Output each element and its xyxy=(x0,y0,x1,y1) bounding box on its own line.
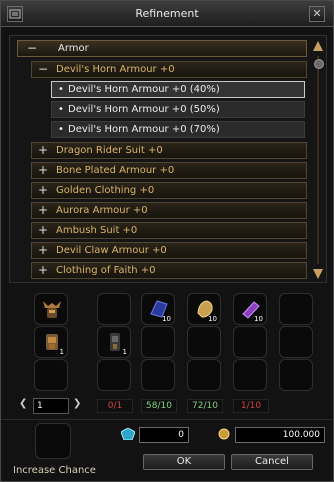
expand-icon: + xyxy=(37,143,49,157)
window-title: Refinement xyxy=(135,7,199,20)
gem-icon xyxy=(120,427,136,441)
material-slot[interactable]: 10 xyxy=(187,293,221,325)
ok-button[interactable]: OK xyxy=(143,454,225,470)
increase-chance-slot[interactable] xyxy=(35,423,71,459)
cancel-button[interactable]: Cancel xyxy=(231,454,313,470)
material-slot[interactable] xyxy=(97,293,131,325)
material-slot[interactable] xyxy=(279,359,313,391)
recipe-item[interactable]: + Ambush Suit +0 xyxy=(31,222,307,239)
category-armor[interactable]: − Armor xyxy=(17,40,307,57)
scroll-up-icon[interactable] xyxy=(312,40,324,52)
scroll-track[interactable] xyxy=(314,56,324,264)
material-ratio: 58/10 xyxy=(141,399,177,413)
collapse-icon: − xyxy=(26,41,38,55)
expand-icon: + xyxy=(37,183,49,197)
material-slot[interactable] xyxy=(233,359,267,391)
recipe-item[interactable]: − Devil's Horn Armour +0 xyxy=(31,61,307,78)
next-page-icon[interactable]: ❯ xyxy=(73,398,85,412)
quantity: 1 xyxy=(59,348,64,356)
gold-cost-field: 100.000 xyxy=(235,427,325,443)
material-ratio: 1/10 xyxy=(233,399,269,413)
recipe-variant[interactable]: • Devil's Horn Armour +0 (70%) xyxy=(51,121,305,138)
recipe-item[interactable]: + Clothing of Faith +0 xyxy=(31,262,307,279)
material-slot[interactable] xyxy=(187,359,221,391)
list-scrollbar[interactable] xyxy=(312,40,324,280)
expand-icon: + xyxy=(37,223,49,237)
refinement-window: Refinement ✕ − Armor − Devil's Horn Armo… xyxy=(0,0,334,482)
category-label: Armor xyxy=(58,43,89,54)
recipe-item[interactable]: + Golden Clothing +0 xyxy=(31,182,307,199)
material-slot[interactable] xyxy=(97,359,131,391)
bullet-icon: • xyxy=(58,124,64,135)
material-slot[interactable] xyxy=(187,326,221,358)
bullet-icon: • xyxy=(58,84,64,95)
recipe-label: Golden Clothing +0 xyxy=(56,185,155,196)
material-slot[interactable] xyxy=(141,359,175,391)
material-slot[interactable] xyxy=(141,326,175,358)
collapse-icon: − xyxy=(37,62,49,76)
page-number-field[interactable]: 1 xyxy=(33,398,69,414)
recipe-label: Devil Claw Armour +0 xyxy=(56,245,167,256)
material-ratio: 0/1 xyxy=(97,399,133,413)
expand-icon: + xyxy=(37,203,49,217)
quantity: 10 xyxy=(254,315,263,323)
empty-slot[interactable] xyxy=(34,359,68,391)
variant-label: Devil's Horn Armour +0 (40%) xyxy=(68,84,220,95)
increase-chance-label: Increase Chance xyxy=(13,465,96,476)
recipe-item[interactable]: + Dragon Rider Suit +0 xyxy=(31,142,307,159)
material-slot[interactable] xyxy=(279,326,313,358)
recipe-item[interactable]: + Devil Claw Armour +0 xyxy=(31,242,307,259)
material-slot[interactable]: 1 xyxy=(97,326,131,358)
horned-helmet-icon xyxy=(43,301,61,318)
recipe-item[interactable]: + Aurora Armour +0 xyxy=(31,202,307,219)
prev-page-icon[interactable]: ❮ xyxy=(19,398,31,412)
quantity: 10 xyxy=(208,315,217,323)
variant-label: Devil's Horn Armour +0 (70%) xyxy=(68,124,220,135)
recipe-label: Ambush Suit +0 xyxy=(56,225,138,236)
divider xyxy=(1,419,333,420)
quantity: 1 xyxy=(122,348,127,356)
expand-icon: + xyxy=(37,263,49,277)
expand-icon: + xyxy=(37,243,49,257)
material-slot[interactable]: 10 xyxy=(233,293,267,325)
recipe-variant[interactable]: • Devil's Horn Armour +0 (50%) xyxy=(51,101,305,118)
expand-icon: + xyxy=(37,163,49,177)
scroll-down-icon[interactable] xyxy=(312,268,324,280)
result-item-slot[interactable]: 1 xyxy=(34,326,68,358)
recipe-label: Devil's Horn Armour +0 xyxy=(56,64,175,75)
variant-label: Devil's Horn Armour +0 (50%) xyxy=(68,104,220,115)
recipe-item[interactable]: + Bone Plated Armour +0 xyxy=(31,162,307,179)
material-slot[interactable] xyxy=(279,293,313,325)
quantity: 10 xyxy=(162,315,171,323)
result-preview-slot[interactable] xyxy=(34,293,68,325)
material-ratio: 72/10 xyxy=(187,399,223,413)
recipe-label: Aurora Armour +0 xyxy=(56,205,148,216)
recipe-label: Dragon Rider Suit +0 xyxy=(56,145,163,156)
gold-coin-icon xyxy=(217,428,231,440)
close-icon[interactable]: ✕ xyxy=(309,6,325,22)
material-slot[interactable] xyxy=(233,326,267,358)
bullet-icon: • xyxy=(58,104,64,115)
gem-count-field[interactable]: 0 xyxy=(139,427,189,443)
recipe-label: Clothing of Faith +0 xyxy=(56,265,156,276)
recipe-variant-selected[interactable]: • Devil's Horn Armour +0 (40%) xyxy=(51,81,305,98)
recipe-label: Bone Plated Armour +0 xyxy=(56,165,175,176)
title-bar: Refinement ✕ xyxy=(1,1,333,27)
material-slot[interactable]: 10 xyxy=(141,293,175,325)
scroll-thumb[interactable] xyxy=(314,59,324,69)
